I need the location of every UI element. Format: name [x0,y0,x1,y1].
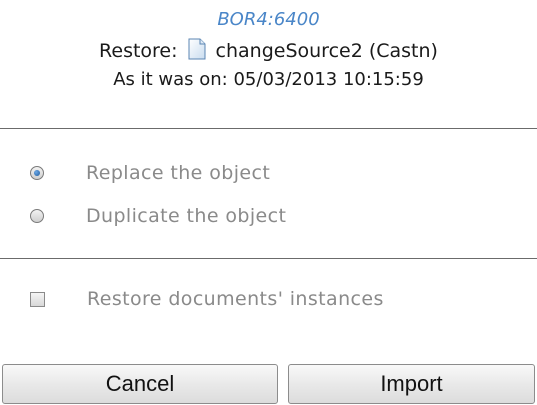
duplicate-radio[interactable] [30,209,44,223]
restore-instances-checkbox[interactable] [30,291,45,307]
divider [0,258,537,259]
restore-instances-option[interactable]: Restore documents' instances [30,284,384,314]
import-button[interactable]: Import [288,364,535,404]
duplicate-label: Duplicate the object [86,205,287,227]
restore-instances-label: Restore documents' instances [87,288,384,310]
duplicate-option[interactable]: Duplicate the object [30,201,286,231]
divider [0,128,537,129]
document-icon [188,38,206,60]
object-name: changeSource2 (Castn) [215,40,438,62]
restore-line: Restore: changeSource2 (Castn) [0,36,537,66]
as-of-timestamp: As it was on: 05/03/2013 10:15:59 [113,69,424,90]
replace-option[interactable]: Replace the object [30,158,270,188]
restore-label: Restore: [99,40,178,62]
reference-id: BOR4:6400 [217,9,320,30]
restore-header: BOR4:6400 Restore: changeSource2 (Castn)… [0,6,537,94]
replace-radio[interactable] [30,166,44,180]
replace-label: Replace the object [86,162,271,184]
cancel-button[interactable]: Cancel [2,364,278,404]
